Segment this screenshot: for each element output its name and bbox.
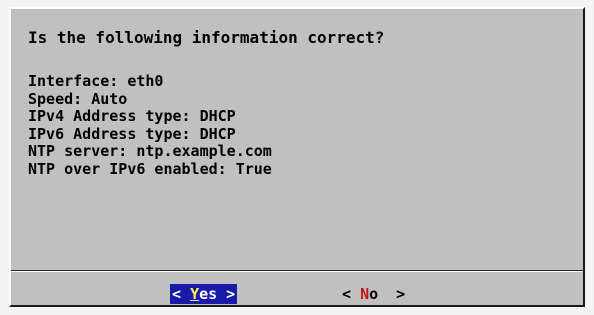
dialog-question: Is the following information correct?	[28, 28, 385, 47]
button-area-divider	[11, 271, 583, 272]
info-line-ntp-server: NTP server: ntp.example.com	[28, 142, 272, 160]
yes-button[interactable]: < Yes >	[170, 284, 238, 304]
yes-button-left-bracket: <	[172, 285, 191, 303]
no-button-left-bracket: <	[342, 285, 361, 303]
info-line-speed: Speed: Auto	[28, 89, 128, 108]
yes-button-right-bracket: >	[217, 285, 236, 303]
yes-button-hotkey: Y	[190, 285, 200, 303]
confirmation-dialog: Is the following information correct? In…	[9, 7, 585, 307]
info-line-ipv6-type: IPv6 Address type: DHCP	[28, 124, 236, 143]
no-button-hotkey: N	[360, 285, 370, 303]
no-button-right-bracket: >	[378, 285, 406, 303]
info-line-ipv4-type: IPv4 Address type: DHCP	[28, 107, 236, 125]
info-list: Interface: eth0 Speed: Auto IPv4 Address…	[28, 72, 272, 178]
no-button[interactable]: < No >	[340, 284, 407, 304]
info-line-interface: Interface: eth0	[28, 72, 164, 90]
info-line-ntp-ipv6: NTP over IPv6 enabled: True	[28, 159, 272, 178]
yes-button-label-rest: es	[199, 285, 218, 303]
no-button-label-rest: o	[369, 285, 379, 303]
